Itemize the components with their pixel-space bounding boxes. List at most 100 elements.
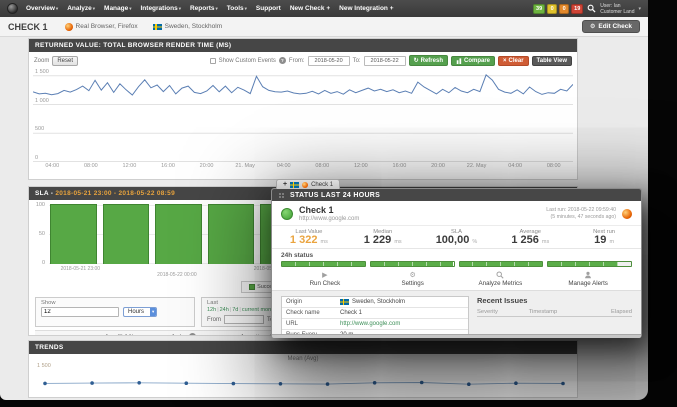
chevron-down-icon[interactable]: ▾ (638, 6, 641, 12)
status-segment-group (281, 261, 366, 267)
stat-value: 1 322 ms (272, 235, 346, 247)
returned-value-panel: Returned Value: Total Browser Render Tim… (28, 38, 578, 180)
app-logo-icon[interactable] (7, 3, 18, 14)
range-from-input[interactable] (224, 315, 264, 324)
person-icon (544, 271, 632, 280)
render-time-chart[interactable]: 1 5001 000500004:0008:0012:0016:0020:002… (33, 70, 573, 174)
status-segment (371, 262, 385, 266)
refresh-label: Refresh (421, 58, 443, 64)
status-segment (548, 262, 562, 266)
chevron-down-icon: ▾ (129, 6, 131, 12)
x-axis-tick: 04:00 (508, 163, 522, 169)
last-run-time: Last run: 2018-05-22 09:59:40 (546, 207, 616, 214)
firefox-icon (622, 209, 632, 219)
x-axis-tick: 20:00 (200, 163, 214, 169)
menu-item-reports[interactable]: Reports▾ (190, 5, 218, 12)
chevron-down-icon: ▾ (56, 6, 58, 12)
compare-icon (456, 58, 462, 64)
y-axis-tick: 500 (35, 126, 44, 132)
from-date-input[interactable] (308, 56, 350, 66)
summary-header-cell: Avg. SLA % (35, 334, 140, 337)
trends-chart[interactable]: 1 500 (35, 362, 571, 398)
summary-header-label: Avg. SLA % (105, 334, 134, 337)
status-segment (515, 262, 529, 266)
popup-tab[interactable]: + Check 1 (276, 179, 340, 189)
check-summary-row: Check 1 http://www.google.com Last run: … (272, 201, 641, 225)
status-segment (562, 262, 576, 266)
sweden-flag-icon (290, 182, 299, 188)
status-segment (296, 262, 310, 266)
alert-count-badge-3[interactable]: 19 (571, 4, 583, 14)
compare-button[interactable]: Compare (451, 56, 495, 66)
alert-count-badge-0[interactable]: 39 (533, 4, 545, 14)
detail-value: Check 1 (336, 308, 468, 318)
reset-zoom-button[interactable]: Reset (52, 56, 78, 66)
show-count-input[interactable] (41, 307, 119, 317)
edit-check-button[interactable]: ⚙ Edit Check (582, 20, 640, 33)
edit-check-label: Edit Check (598, 23, 632, 30)
menu-item-new-integration[interactable]: New Integration + (339, 5, 393, 12)
detail-value-text: 20 m (340, 332, 353, 334)
action-analyze-metrics[interactable]: Analyze Metrics (457, 271, 545, 287)
action-run-check[interactable]: ▶Run Check (281, 271, 369, 287)
help-icon[interactable]: ? (189, 333, 196, 336)
summary-header-label: Apdex (171, 334, 187, 337)
action-manage-alerts[interactable]: Manage Alerts (544, 271, 632, 287)
status-segment (590, 262, 604, 266)
sla-y-tick: 100 (35, 202, 45, 208)
main-menu: Overview▾ Analyze▾ Manage▾ Integrations▾ Rep… (26, 5, 394, 12)
unit-select[interactable]: Hours ▾ (123, 307, 157, 317)
show-custom-events-checkbox[interactable] (210, 58, 216, 64)
quick-link-24h[interactable]: 24h (220, 307, 229, 313)
refresh-button[interactable]: ↻ Refresh (409, 55, 448, 66)
popup-footer (272, 334, 641, 338)
x-axis-tick: 16:00 (161, 163, 175, 169)
detail-value-text: http://www.google.com (340, 321, 400, 327)
menu-item-manage[interactable]: Manage▾ (104, 5, 131, 12)
sla-bar-0[interactable] (50, 204, 97, 264)
detail-value[interactable]: http://www.google.com (336, 319, 468, 329)
to-date-input[interactable] (364, 56, 406, 66)
search-icon[interactable] (587, 4, 596, 13)
menu-item-overview[interactable]: Overview▾ (26, 5, 58, 12)
sla-x-label: 2018-05-22 00:00 (157, 272, 196, 278)
menu-item-integrations[interactable]: Integrations▾ (141, 5, 181, 12)
detail-value-text: Sweden, Stockholm (352, 299, 405, 305)
status-popup-window[interactable]: + Check 1 STATUS LAST 24 HOURS Check 1 h… (271, 188, 642, 338)
menu-item-support[interactable]: Support (256, 5, 281, 12)
status-segment-group (547, 261, 632, 267)
recent-issues-title: Recent Issues (477, 296, 632, 305)
quick-link-7d[interactable]: 7d (232, 307, 238, 313)
detail-value: Sweden, Stockholm (336, 297, 468, 307)
chevron-down-icon: ▾ (216, 6, 218, 12)
sla-bar-3[interactable] (208, 204, 255, 264)
summary-header-label: Avg. attempts (240, 334, 274, 337)
sla-title-prefix: SLA - (35, 190, 55, 197)
sla-bar-1[interactable] (103, 204, 150, 264)
sla-bar-2[interactable] (155, 204, 202, 264)
table-view-button[interactable]: Table View (532, 56, 572, 66)
user-name-line2: Customer Land (600, 9, 634, 15)
status-segment (441, 262, 454, 266)
menu-item-tools[interactable]: Tools▾ (227, 5, 247, 12)
firefox-favicon (302, 182, 308, 188)
menu-item-new-check[interactable]: New Check + (290, 5, 330, 12)
location-meta: Sweden, Stockholm (153, 23, 222, 30)
status-segment (352, 262, 365, 266)
from-label: From (207, 317, 221, 323)
alert-count-badge-1[interactable]: 0 (547, 4, 557, 14)
menu-item-analyze[interactable]: Analyze▾ (67, 5, 95, 12)
user-menu[interactable]: User: Ian Customer Land (600, 3, 634, 15)
action-settings[interactable]: ⚙Settings (369, 271, 457, 287)
clear-button[interactable]: × Clear (498, 56, 529, 66)
status-segment (618, 262, 631, 266)
help-icon[interactable]: ? (279, 57, 286, 64)
status-badges: 390019 (533, 4, 583, 14)
x-axis-tick: 16:00 (393, 163, 407, 169)
top-navbar: Overview▾ Analyze▾ Manage▾ Integrations▾ Rep… (0, 0, 648, 17)
quick-link-12h[interactable]: 12h (207, 307, 216, 313)
check-url[interactable]: http://www.google.com (299, 216, 359, 222)
popup-titlebar[interactable]: STATUS LAST 24 HOURS (272, 189, 641, 201)
alert-count-badge-2[interactable]: 0 (559, 4, 569, 14)
x-axis-tick: 12:00 (123, 163, 137, 169)
